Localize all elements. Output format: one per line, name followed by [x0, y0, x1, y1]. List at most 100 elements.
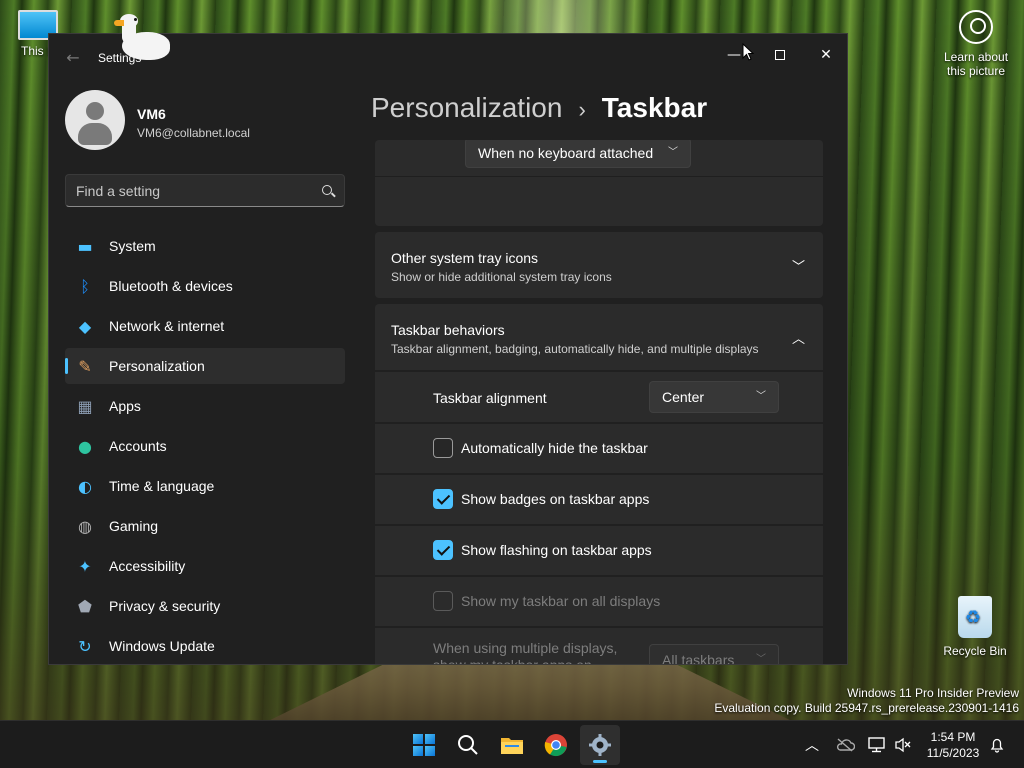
close-button[interactable]: ✕ — [803, 40, 847, 70]
badges-row: Show badges on taskbar apps — [375, 475, 823, 524]
all-displays-label: Show my taskbar on all displays — [461, 593, 661, 609]
taskbar-behaviors-subtitle: Taskbar alignment, badging, automaticall… — [391, 342, 759, 356]
notifications-button[interactable] — [984, 721, 1010, 768]
accessibility-icon: ✦ — [78, 556, 92, 576]
sidebar-item-network-internet[interactable]: ◆ Network & internet — [65, 308, 345, 344]
desktop-icon-recycle-bin[interactable]: ♻ Recycle Bin — [942, 596, 1008, 658]
sidebar-item-bluetooth-devices[interactable]: ᛒ Bluetooth & devices — [65, 268, 345, 304]
chevron-up-icon[interactable]: ︿ — [792, 328, 805, 347]
settings-content[interactable]: When no keyboard attached ﹀ Other system… — [375, 140, 825, 665]
sidebar-item-label: Windows Update — [109, 638, 215, 654]
bell-icon — [990, 738, 1004, 753]
chevron-down-icon: ﹀ — [756, 391, 766, 402]
maximize-icon — [775, 50, 785, 60]
windows-logo-icon — [413, 734, 435, 756]
show-hidden-icons-button[interactable]: ︿ — [800, 721, 824, 768]
cloud-offline-icon — [836, 738, 855, 752]
other-tray-title: Other system tray icons — [391, 250, 539, 266]
network-monitor-icon — [868, 737, 885, 753]
desktop-icon-learn-about-picture[interactable]: Learn about this picture — [936, 10, 1016, 78]
recycle-bin-label: Recycle Bin — [943, 644, 1007, 658]
search-input[interactable] — [76, 183, 306, 199]
other-tray-icons-card[interactable]: Other system tray icons Show or hide add… — [375, 232, 823, 298]
flashing-row: Show flashing on taskbar apps — [375, 526, 823, 575]
file-explorer-button[interactable] — [492, 725, 532, 765]
brush-icon: ✎ — [78, 356, 92, 376]
evaluation-watermark: Windows 11 Pro Insider Preview Evaluatio… — [714, 686, 1019, 716]
taskbar-search-button[interactable] — [448, 725, 488, 765]
wifi-icon: ◆ — [78, 316, 92, 336]
user-email: VM6@collabnet.local — [137, 126, 250, 140]
sidebar-nav: ▬ System ᛒ Bluetooth & devices ◆ Network & in… — [65, 228, 345, 664]
watermark-line-1: Windows 11 Pro Insider Preview — [847, 686, 1019, 700]
chevron-down-icon: ﹀ — [756, 654, 766, 665]
shield-icon: ⬟ — [78, 596, 92, 616]
start-button[interactable] — [404, 725, 444, 765]
clock-time: 1:54 PM — [930, 730, 976, 744]
touch-keyboard-dropdown[interactable]: When no keyboard attached ﹀ — [465, 140, 691, 168]
taskbar-behaviors-title: Taskbar behaviors — [391, 322, 505, 338]
volume-muted-icon — [895, 737, 911, 753]
flashing-checkbox[interactable] — [433, 540, 453, 560]
all-displays-row: Show my taskbar on all displays — [375, 577, 823, 626]
flashing-label[interactable]: Show flashing on taskbar apps — [461, 542, 652, 558]
multi-display-dropdown: All taskbars ﹀ — [649, 644, 779, 665]
recycle-bin-icon: ♻ — [958, 596, 992, 638]
multi-display-value: All taskbars — [662, 652, 735, 665]
taskbar-alignment-value: Center — [662, 389, 705, 405]
auto-hide-row: Automatically hide the taskbar — [375, 424, 823, 473]
auto-hide-checkbox[interactable] — [433, 438, 453, 458]
search-box[interactable] — [65, 174, 345, 207]
badges-label[interactable]: Show badges on taskbar apps — [461, 491, 649, 507]
sidebar-item-personalization[interactable]: ✎ Personalization — [65, 348, 345, 384]
globe-clock-icon: ◐ — [78, 476, 92, 496]
breadcrumb-parent[interactable]: Personalization — [371, 92, 562, 123]
camera-icon — [959, 10, 993, 44]
sidebar-item-label: Apps — [109, 398, 141, 414]
desktop-goose — [112, 14, 172, 66]
sidebar-item-accounts[interactable]: ● Accounts — [65, 428, 345, 464]
chrome-button[interactable] — [536, 725, 576, 765]
maximize-button[interactable] — [757, 40, 803, 70]
taskbar-alignment-dropdown[interactable]: Center ﹀ — [649, 381, 779, 413]
sidebar-item-apps[interactable]: ▦ Apps — [65, 388, 345, 424]
settings-taskbar-button[interactable] — [580, 725, 620, 765]
touch-keyboard-card: When no keyboard attached ﹀ — [375, 140, 823, 226]
gear-icon — [589, 734, 611, 756]
user-name: VM6 — [137, 106, 166, 122]
taskbar: ︿ 1:54 PM 11/5/2023 — [0, 720, 1024, 768]
sidebar-item-label: Gaming — [109, 518, 159, 534]
taskbar-alignment-row: Taskbar alignment Center ﹀ — [375, 372, 823, 422]
sidebar-item-system[interactable]: ▬ System — [65, 228, 345, 264]
badges-checkbox[interactable] — [433, 489, 453, 509]
multi-display-row: When using multiple displays, show my ta… — [375, 628, 823, 665]
sidebar-item-label: Network & internet — [109, 318, 225, 334]
sidebar-item-windows-update[interactable]: ↻ Windows Update — [65, 628, 345, 664]
watermark-line-2: Evaluation copy. Build 25947.rs_prerelea… — [714, 701, 1019, 715]
sidebar-item-label: Accessibility — [109, 558, 186, 574]
chevron-down-icon[interactable]: ﹀ — [792, 256, 805, 275]
sidebar-item-label: Accounts — [109, 438, 167, 454]
system-clock[interactable]: 1:54 PM 11/5/2023 — [918, 729, 988, 761]
sidebar-item-gaming[interactable]: ◍ Gaming — [65, 508, 345, 544]
search-icon[interactable] — [322, 185, 332, 195]
onedrive-button[interactable] — [832, 721, 858, 768]
taskbar-behaviors-card[interactable]: Taskbar behaviors Taskbar alignment, bad… — [375, 304, 823, 370]
other-tray-subtitle: Show or hide additional system tray icon… — [391, 270, 612, 284]
back-button[interactable]: ← — [63, 48, 83, 68]
chevron-down-icon: ﹀ — [668, 147, 678, 158]
update-icon: ↻ — [78, 636, 92, 656]
volume-button[interactable] — [890, 721, 916, 768]
all-displays-checkbox — [433, 591, 453, 611]
touch-keyboard-value: When no keyboard attached — [478, 145, 654, 161]
sidebar-item-time-language[interactable]: ◐ Time & language — [65, 468, 345, 504]
sidebar-item-privacy-security[interactable]: ⬟ Privacy & security — [65, 588, 345, 624]
bluetooth-icon: ᛒ — [80, 276, 90, 296]
sidebar-item-accessibility[interactable]: ✦ Accessibility — [65, 548, 345, 584]
chevron-up-icon: ︿ — [805, 738, 819, 754]
clock-date: 11/5/2023 — [926, 746, 980, 760]
network-button[interactable] — [864, 721, 890, 768]
sidebar-item-label: Time & language — [109, 478, 215, 494]
auto-hide-label[interactable]: Automatically hide the taskbar — [461, 440, 648, 456]
monitor-icon: ▬ — [77, 236, 93, 256]
